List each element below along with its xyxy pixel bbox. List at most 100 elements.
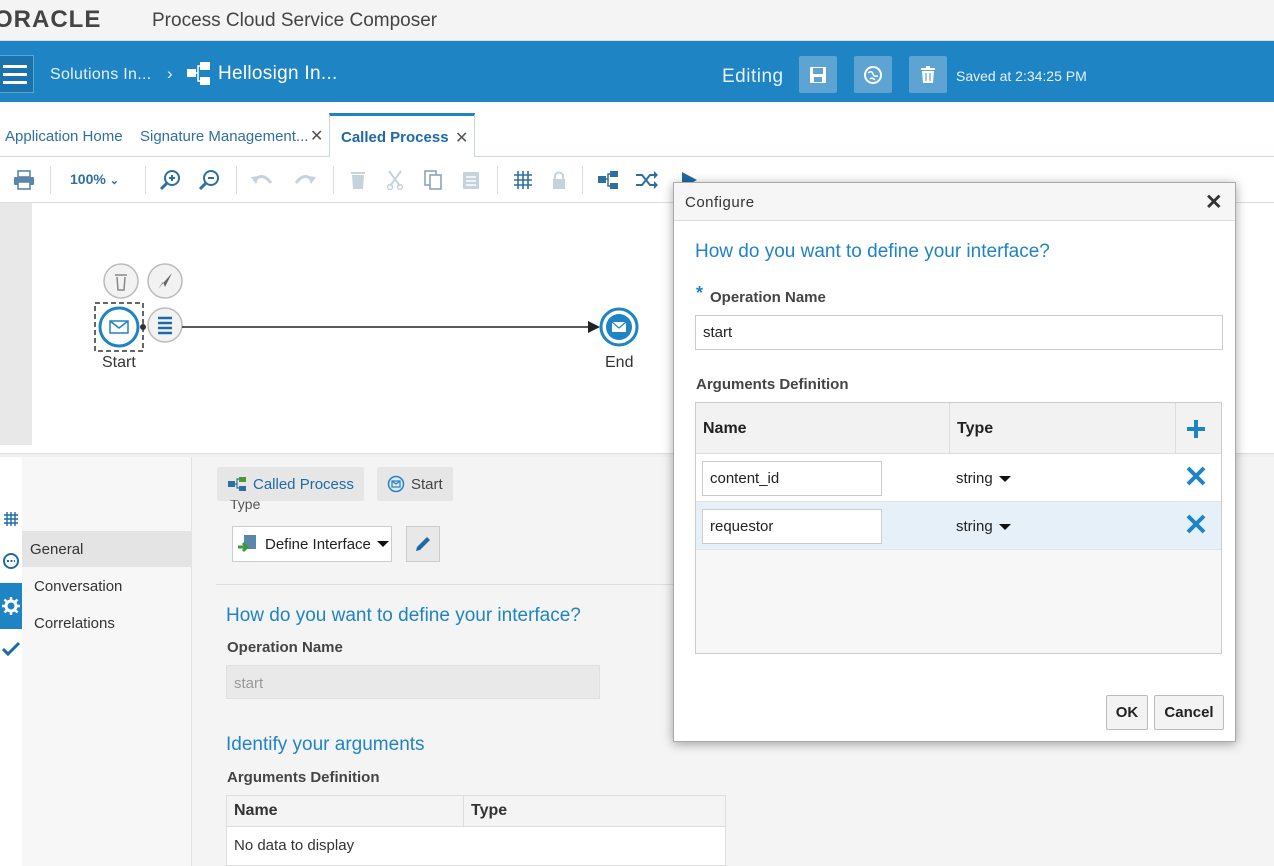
crumb-called-process[interactable]: Called Process <box>217 467 364 501</box>
gear-icon[interactable] <box>0 583 22 629</box>
cancel-button[interactable]: Cancel <box>1154 695 1224 730</box>
tab-signature-management[interactable]: Signature Management... <box>140 128 308 145</box>
breadcrumb-current: Hellosign In... <box>218 63 338 84</box>
operation-name-label: Operation Name <box>710 289 826 306</box>
properties-nav: General Conversation Correlations <box>22 457 192 866</box>
message-icon <box>387 475 405 493</box>
argument-name-input[interactable]: requestor <box>702 509 882 544</box>
toolbar-divider <box>50 166 51 194</box>
add-icon[interactable] <box>1186 419 1206 439</box>
nav-item-conversation[interactable]: Conversation <box>22 568 192 604</box>
table-row: requestor string <box>696 502 1221 550</box>
crumb-start[interactable]: Start <box>377 467 453 501</box>
section-divider <box>216 584 676 585</box>
edit-interface-button[interactable] <box>406 526 440 562</box>
table-row: content_id string <box>696 454 1221 502</box>
argument-type-select[interactable]: string <box>956 518 1011 535</box>
grid-icon[interactable] <box>511 169 535 191</box>
app-header: Solutions In... › Hellosign In... Editin… <box>0 41 1274 102</box>
caret-down-icon <box>998 523 1011 530</box>
column-name[interactable]: Name <box>234 802 278 820</box>
operation-name-label: Operation Name <box>227 639 343 656</box>
chevron-down-icon: ⌄ <box>109 175 119 187</box>
delete-row-icon[interactable] <box>1186 514 1206 534</box>
zoom-select[interactable]: 100% ⌄ <box>70 171 119 187</box>
oracle-logo: ORACLE <box>0 6 102 33</box>
tab-called-process[interactable]: Called Process ✕ <box>329 113 475 158</box>
toolbar-divider <box>582 166 583 194</box>
delete-row-icon[interactable] <box>1186 466 1206 486</box>
save-icon <box>810 66 826 83</box>
process-flow-icon[interactable] <box>596 169 620 191</box>
save-button[interactable] <box>799 56 837 93</box>
app-title: Process Cloud Service Composer <box>152 10 438 31</box>
start-event-node[interactable] <box>98 306 140 348</box>
arguments-heading: Identify your arguments <box>226 734 425 755</box>
process-icon <box>187 62 210 85</box>
operation-name-input[interactable]: start <box>695 315 1223 350</box>
interface-type-select[interactable]: Define Interface <box>232 526 392 562</box>
column-type[interactable]: Type <box>957 420 993 438</box>
zoom-out-icon[interactable] <box>197 169 221 191</box>
interface-question: How do you want to define your interface… <box>226 605 581 626</box>
properties-node-icon[interactable] <box>147 307 183 343</box>
nav-item-correlations[interactable]: Correlations <box>22 605 192 641</box>
caret-down-icon <box>998 475 1011 482</box>
delete-node-icon[interactable] <box>103 263 139 299</box>
delete-button[interactable] <box>909 56 947 93</box>
arguments-table: Name Type content_id string requestor st… <box>695 402 1222 654</box>
argument-name-input[interactable]: content_id <box>702 461 882 496</box>
close-tab-icon[interactable]: ✕ <box>310 126 323 146</box>
arguments-definition-label: Arguments Definition <box>696 376 849 393</box>
crumb-label: Called Process <box>253 475 354 493</box>
grid-icon[interactable] <box>0 507 22 531</box>
configure-dialog: Configure ✕ How do you want to define yo… <box>673 182 1236 742</box>
type-value: string <box>956 518 993 535</box>
column-name[interactable]: Name <box>703 420 747 438</box>
crumb-label: Start <box>411 475 443 493</box>
globe-icon <box>864 65 882 84</box>
close-tab-icon[interactable]: ✕ <box>455 128 468 148</box>
hamburger-menu-icon[interactable] <box>0 55 34 93</box>
close-icon[interactable]: ✕ <box>1205 190 1223 215</box>
mode-label: Editing <box>722 66 784 87</box>
column-type[interactable]: Type <box>471 802 507 820</box>
arguments-table: Name Type No data to display <box>226 795 726 866</box>
toolbar-divider <box>497 166 498 194</box>
ok-button[interactable]: OK <box>1106 695 1148 730</box>
redo-icon[interactable] <box>293 169 317 191</box>
saved-status: Saved at 2:34:25 PM <box>956 68 1087 84</box>
breadcrumb-parent[interactable]: Solutions In... <box>50 66 151 84</box>
argument-type-select[interactable]: string <box>956 470 1011 487</box>
print-icon[interactable] <box>12 169 36 191</box>
paste-icon[interactable] <box>459 169 483 191</box>
table-header: Name Type <box>696 403 1221 454</box>
lock-icon[interactable] <box>547 169 571 191</box>
type-label: Type <box>230 500 261 512</box>
toolbar-divider <box>145 166 146 194</box>
copy-icon[interactable] <box>421 169 445 191</box>
undo-icon[interactable] <box>250 169 274 191</box>
chat-icon[interactable] <box>0 549 22 573</box>
dialog-question: How do you want to define your interface… <box>695 241 1050 262</box>
process-icon <box>228 477 246 491</box>
trash-icon <box>921 65 935 83</box>
zoom-in-icon[interactable] <box>158 169 182 191</box>
cut-icon[interactable] <box>383 169 407 191</box>
type-value: string <box>956 470 993 487</box>
required-marker: * <box>696 283 704 303</box>
deploy-button[interactable] <box>854 56 892 93</box>
trash-icon[interactable] <box>346 169 370 191</box>
table-header: Name Type <box>227 796 725 827</box>
top-bar: ORACLE Process Cloud Service Composer <box>0 0 1274 41</box>
breadcrumb-separator-icon: › <box>167 64 173 83</box>
define-interface-icon <box>238 535 256 553</box>
shuffle-icon[interactable] <box>635 169 659 191</box>
checkmark-icon[interactable] <box>0 637 22 661</box>
select-value: Define Interface <box>265 535 371 553</box>
start-node-label: Start <box>102 354 136 371</box>
properties-rail <box>0 457 22 866</box>
tab-application-home[interactable]: Application Home <box>5 128 123 145</box>
nav-item-general[interactable]: General <box>22 531 192 567</box>
tab-label: Called Process <box>341 129 449 146</box>
